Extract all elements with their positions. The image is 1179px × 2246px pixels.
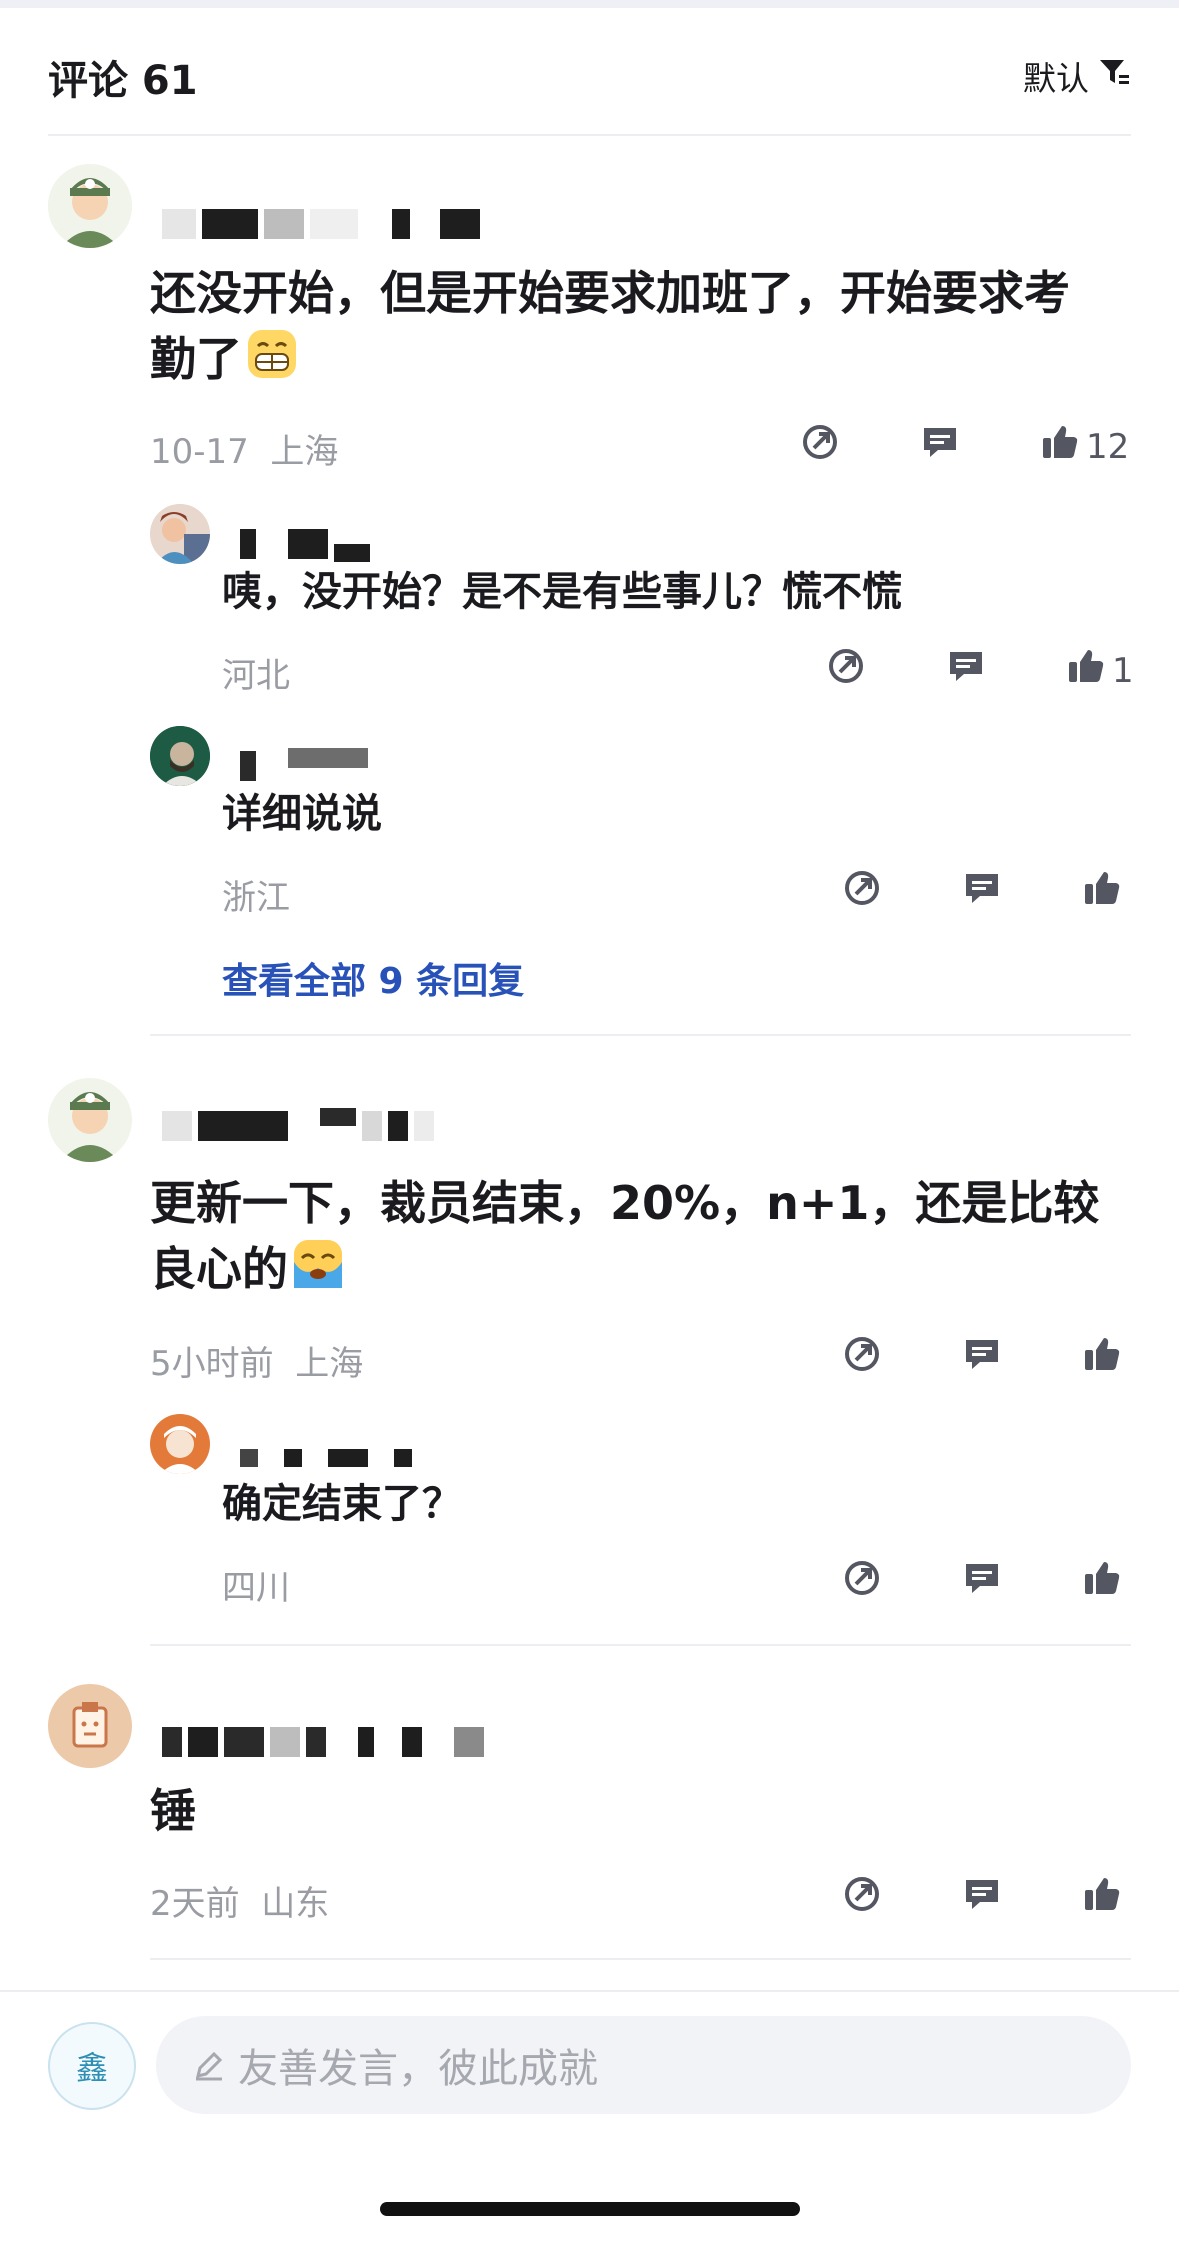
username-redacted — [162, 1108, 434, 1144]
sort-dropdown[interactable]: 默认 — [1023, 52, 1131, 100]
avatar[interactable] — [48, 164, 132, 248]
reply-actions — [842, 1558, 1122, 1607]
reply-bubble-icon — [962, 868, 1002, 917]
reply-bubble-icon — [962, 1874, 1002, 1923]
reply-button[interactable] — [920, 422, 960, 471]
reply-button[interactable] — [962, 1874, 1002, 1923]
reply-text: 确定结束了？ — [222, 1481, 462, 1527]
share-icon — [842, 1334, 882, 1383]
username-redacted — [162, 206, 480, 242]
like-count: 1 — [1112, 650, 1134, 691]
share-icon — [842, 1558, 882, 1607]
thumbs-up-icon — [1082, 868, 1122, 917]
thumbs-up-icon — [1066, 646, 1106, 695]
comment-input-placeholder: 友善发言，彼此成就 — [238, 2046, 598, 2092]
reply-button[interactable] — [962, 868, 1002, 917]
share-icon — [800, 422, 840, 471]
reply-text: 咦，没开始？是不是有些事儿？慌不慌 — [222, 569, 902, 615]
crying-emoji-icon — [292, 1238, 344, 1307]
reply-bubble-icon — [962, 1334, 1002, 1383]
share-icon — [842, 1874, 882, 1923]
avatar[interactable] — [150, 726, 210, 786]
comment-text: 更新一下，裁员结束，20%，n+1，还是比较 良心的 — [150, 1170, 1099, 1307]
share-icon — [826, 646, 866, 695]
comment-meta: 5小时前 上海 — [150, 1336, 363, 1385]
reply-button[interactable] — [962, 1558, 1002, 1607]
reply-button[interactable] — [946, 646, 986, 695]
avatar[interactable] — [150, 1414, 210, 1474]
username-redacted — [240, 748, 368, 784]
sort-label: 默认 — [1023, 59, 1089, 98]
reply-bubble-icon — [962, 1558, 1002, 1607]
username-redacted — [162, 1724, 484, 1760]
comment-meta: 2天前 山东 — [150, 1876, 329, 1925]
like-button[interactable] — [1082, 1874, 1122, 1923]
share-button[interactable] — [842, 868, 882, 917]
like-button[interactable]: 1 — [1066, 646, 1134, 695]
comment-composer-bar: 鑫 友善发言，彼此成就 — [0, 1990, 1179, 2246]
like-count: 12 — [1086, 426, 1130, 467]
reply-button[interactable] — [962, 1334, 1002, 1383]
thumbs-up-icon — [1082, 1558, 1122, 1607]
reply-actions: 1 — [826, 646, 1134, 695]
comments-header: 评论 61 默认 — [48, 40, 1131, 136]
comment-divider — [150, 1034, 1131, 1036]
status-strip — [0, 0, 1179, 8]
comments-title: 评论 61 — [48, 58, 198, 104]
view-all-replies-link[interactable]: 查看全部 9 条回复 — [222, 952, 524, 1004]
reply-text: 详细说说 — [222, 791, 382, 837]
reply-actions — [842, 868, 1122, 917]
share-button[interactable] — [842, 1874, 882, 1923]
comment-actions — [842, 1334, 1122, 1383]
comment-date: 2天前 — [150, 1884, 240, 1924]
comment-location: 上海 — [270, 432, 339, 472]
username-redacted — [240, 526, 370, 562]
home-indicator — [380, 2202, 800, 2216]
username-redacted — [240, 1440, 412, 1476]
comment-input[interactable]: 友善发言，彼此成就 — [156, 2016, 1131, 2114]
share-button[interactable] — [800, 422, 840, 471]
comment-text: 锤 — [150, 1784, 196, 1838]
reply-bubble-icon — [920, 422, 960, 471]
thumbs-up-icon — [1040, 422, 1080, 471]
reply-location: 四川 — [222, 1568, 290, 1608]
like-button[interactable] — [1082, 1558, 1122, 1607]
comment-divider — [150, 1958, 1131, 1960]
share-icon — [842, 868, 882, 917]
like-button[interactable]: 12 — [1040, 422, 1129, 471]
comment-text: 还没开始，但是开始要求加班了，开始要求考 勤了 — [150, 260, 1070, 397]
reply-bubble-icon — [946, 646, 986, 695]
filter-sort-icon — [1097, 55, 1131, 97]
avatar[interactable] — [48, 1078, 132, 1162]
share-button[interactable] — [826, 646, 866, 695]
comment-meta: 10-17 上海 — [150, 424, 338, 473]
thumbs-up-icon — [1082, 1334, 1122, 1383]
grin-emoji-icon — [246, 328, 298, 397]
thumbs-up-icon — [1082, 1874, 1122, 1923]
reply-location: 河北 — [222, 656, 290, 696]
share-button[interactable] — [842, 1334, 882, 1383]
avatar[interactable] — [48, 1684, 132, 1768]
my-avatar[interactable]: 鑫 — [48, 2022, 136, 2110]
like-button[interactable] — [1082, 868, 1122, 917]
comment-location: 上海 — [295, 1344, 364, 1384]
share-button[interactable] — [842, 1558, 882, 1607]
comment-actions — [842, 1874, 1122, 1923]
comment-location: 山东 — [261, 1884, 330, 1924]
like-button[interactable] — [1082, 1334, 1122, 1383]
comment-actions: 12 — [800, 422, 1129, 471]
header-divider — [48, 134, 1131, 136]
comment-date: 10-17 — [150, 432, 249, 472]
reply-location: 浙江 — [222, 878, 290, 918]
comment-date: 5小时前 — [150, 1344, 274, 1384]
pen-icon — [192, 2048, 226, 2082]
comment-divider — [150, 1644, 1131, 1646]
avatar[interactable] — [150, 504, 210, 564]
